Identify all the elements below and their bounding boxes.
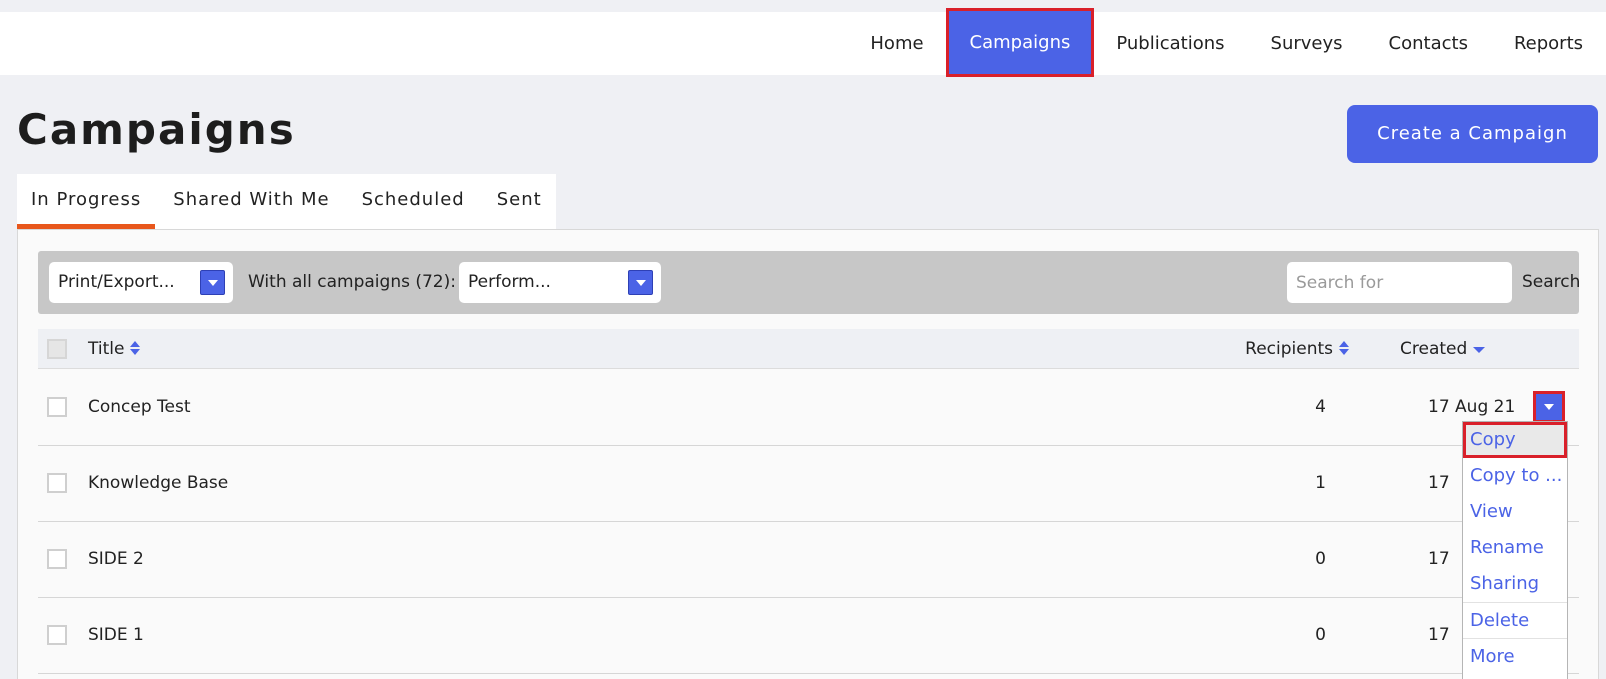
nav-home[interactable]: Home	[847, 12, 946, 75]
perform-action-select[interactable]: Perform...	[459, 262, 661, 303]
recipients-count: 0	[1315, 549, 1326, 569]
title-column-header[interactable]: Title	[88, 329, 141, 369]
campaign-title[interactable]: SIDE 2	[88, 522, 144, 596]
menu-item-sharing[interactable]: Sharing	[1463, 566, 1567, 602]
nav-surveys[interactable]: Surveys	[1248, 12, 1366, 75]
table-row[interactable]: Knowledge Base 1 17	[38, 446, 1579, 522]
sort-icon	[130, 341, 141, 357]
select-all-checkbox[interactable]	[47, 339, 67, 359]
menu-item-copy-to[interactable]: Copy to ...	[1463, 458, 1567, 494]
menu-item-copy[interactable]: Copy	[1463, 422, 1567, 458]
table-header: Title Recipients Created	[38, 329, 1579, 369]
title-header-label: Title	[88, 339, 125, 359]
tab-shared-with-me[interactable]: Shared With Me	[159, 174, 343, 229]
print-export-label: Print/Export...	[58, 272, 175, 292]
create-campaign-button[interactable]: Create a Campaign	[1347, 105, 1598, 163]
table-row[interactable]: SIDE 1 0 17	[38, 598, 1579, 674]
top-navigation-bar: Home Campaigns Publications Surveys Cont…	[0, 8, 1606, 77]
nav-campaigns[interactable]: Campaigns	[945, 8, 1095, 77]
nav-publications[interactable]: Publications	[1093, 12, 1247, 75]
campaign-tabs: In Progress Shared With Me Scheduled Sen…	[17, 174, 556, 229]
row-checkbox[interactable]	[47, 397, 67, 417]
menu-item-delete[interactable]: Delete	[1463, 602, 1567, 638]
created-date: 17	[1428, 549, 1450, 569]
search-button[interactable]: Search	[1522, 262, 1580, 303]
tab-scheduled[interactable]: Scheduled	[348, 174, 479, 229]
row-actions-dropdown-button[interactable]	[1533, 391, 1565, 423]
nav-reports[interactable]: Reports	[1491, 12, 1606, 75]
sort-descending-icon	[1473, 345, 1486, 353]
recipients-count: 4	[1315, 397, 1326, 417]
tab-in-progress[interactable]: In Progress	[17, 174, 156, 229]
print-export-select[interactable]: Print/Export...	[49, 262, 233, 303]
chevron-down-icon	[200, 270, 225, 295]
created-header-label: Created	[1400, 339, 1468, 359]
campaign-title[interactable]: Concep Test	[88, 370, 191, 444]
row-checkbox[interactable]	[47, 625, 67, 645]
row-checkbox[interactable]	[47, 473, 67, 493]
menu-item-view[interactable]: View	[1463, 494, 1567, 530]
created-date: 17	[1428, 473, 1450, 493]
created-date: 17	[1428, 625, 1450, 645]
sort-icon	[1339, 341, 1349, 357]
recipients-column-header[interactable]: Recipients	[1245, 329, 1349, 369]
bulk-action-label: With all campaigns (72):	[248, 272, 456, 292]
menu-item-rename[interactable]: Rename	[1463, 530, 1567, 566]
campaigns-panel: Print/Export... With all campaigns (72):…	[17, 229, 1599, 679]
campaign-title[interactable]: Knowledge Base	[88, 446, 228, 520]
created-column-header[interactable]: Created	[1400, 329, 1486, 369]
row-checkbox[interactable]	[47, 549, 67, 569]
nav-contacts[interactable]: Contacts	[1366, 12, 1491, 75]
search-input[interactable]	[1287, 262, 1512, 303]
campaign-title[interactable]: SIDE 1	[88, 598, 144, 672]
page-title: Campaigns	[17, 105, 296, 154]
recipients-header-label: Recipients	[1245, 339, 1333, 359]
bulk-actions-toolbar: Print/Export... With all campaigns (72):…	[38, 251, 1580, 314]
menu-item-more[interactable]: More	[1463, 638, 1567, 674]
table-row[interactable]: Concep Test 4 17 Aug 21	[38, 370, 1579, 446]
chevron-down-icon	[628, 270, 653, 295]
tab-sent[interactable]: Sent	[483, 174, 556, 229]
row-actions-menu: Copy Copy to ... View Rename Sharing Del…	[1462, 421, 1568, 679]
recipients-count: 0	[1315, 625, 1326, 645]
recipients-count: 1	[1315, 473, 1326, 493]
main-nav: Home Campaigns Publications Surveys Cont…	[847, 8, 1606, 77]
perform-label: Perform...	[468, 272, 551, 292]
table-row[interactable]: SIDE 2 0 17	[38, 522, 1579, 598]
